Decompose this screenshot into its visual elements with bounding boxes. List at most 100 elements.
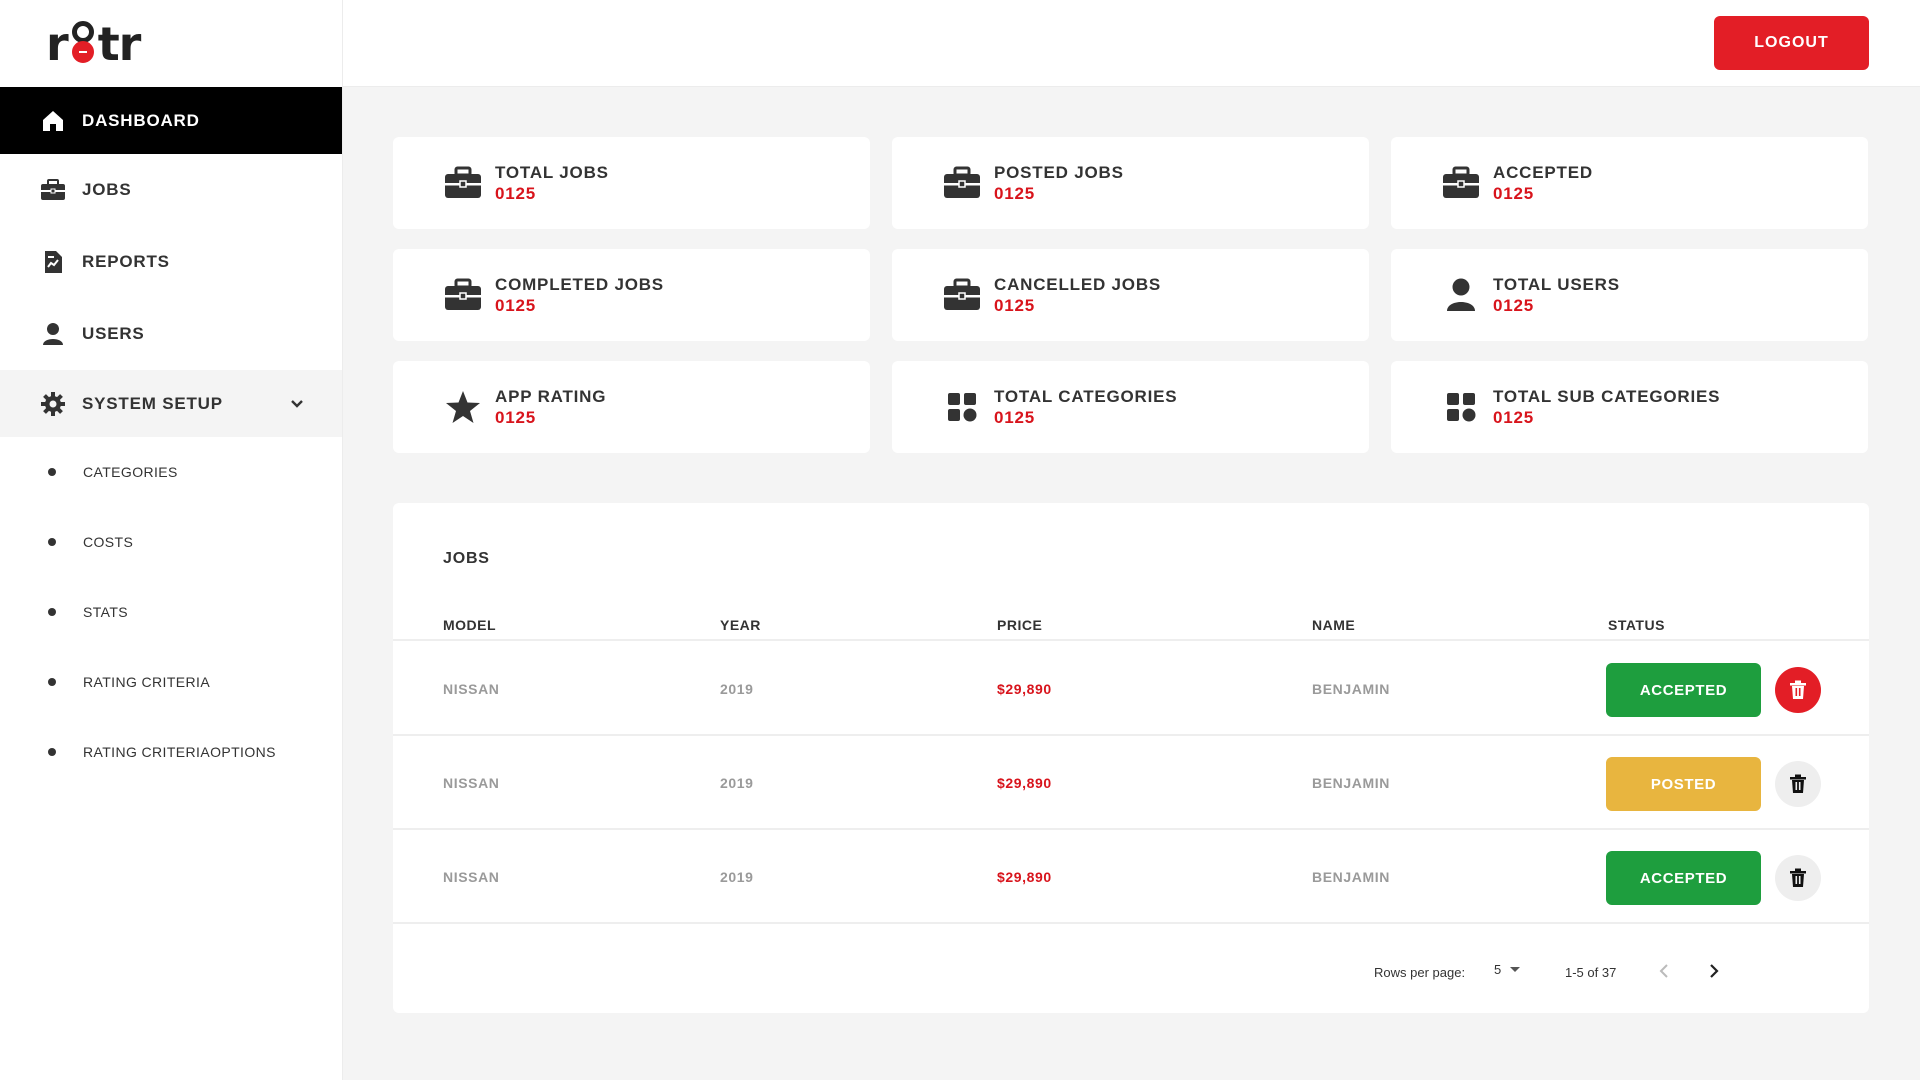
chevron-right-icon [1710, 964, 1719, 978]
cell-name: BENJAMIN [1312, 681, 1390, 697]
stat-label: ACCEPTED [1493, 163, 1593, 182]
cell-model: NISSAN [443, 775, 500, 791]
stat-label: TOTAL USERS [1493, 275, 1620, 294]
stat-label: POSTED JOBS [994, 163, 1124, 182]
stat-card-total-jobs[interactable]: TOTAL JOBS 0125 [393, 137, 870, 229]
sidebar-item-label: REPORTS [82, 252, 170, 271]
column-header-name[interactable]: NAME [1312, 617, 1355, 633]
cell-year: 2019 [720, 869, 754, 885]
rows-per-page-label: Rows per page: [1374, 965, 1466, 980]
logo[interactable]: r tr [0, 0, 342, 87]
briefcase-icon [40, 177, 66, 203]
sidebar-item-label: SYSTEM SETUP [82, 393, 223, 413]
stat-label: TOTAL JOBS [495, 163, 609, 182]
logo-text-left: r [46, 16, 69, 71]
prev-page-button[interactable] [1655, 961, 1675, 984]
bullet-icon [48, 608, 56, 616]
jobs-table-title: JOBS [443, 550, 490, 567]
top-header: LOGOUT [343, 0, 1920, 87]
sidebar-subitem-categories[interactable]: CATEGORIES [0, 437, 342, 507]
logo-wordmark: r tr [46, 16, 142, 71]
cell-model: NISSAN [443, 869, 500, 885]
table-row[interactable]: NISSAN 2019 $29,890 BENJAMIN ACCEPTED [393, 831, 1869, 924]
stat-card-completed-jobs[interactable]: COMPLETED JOBS 0125 [393, 249, 870, 341]
stat-value: 0125 [495, 184, 537, 203]
next-page-button[interactable] [1703, 961, 1723, 984]
sidebar-subitem-label: COSTS [83, 534, 134, 550]
sidebar-item-label: DASHBOARD [82, 110, 200, 130]
sidebar-item-reports[interactable]: REPORTS [0, 226, 342, 298]
sidebar: r tr DASHBOARD JOBS REPORTS USERS SYSTEM… [0, 0, 343, 1080]
chevron-down-icon[interactable] [290, 394, 304, 414]
sidebar-subitem-stats[interactable]: STATS [0, 577, 342, 647]
stat-value: 0125 [1493, 296, 1535, 315]
sidebar-subitem-costs[interactable]: COSTS [0, 507, 342, 577]
home-icon [40, 108, 66, 134]
table-row[interactable]: NISSAN 2019 $29,890 BENJAMIN POSTED [393, 737, 1869, 830]
rows-per-page-value: 5 [1494, 962, 1502, 977]
jobs-table-panel: JOBS MODEL YEAR PRICE NAME STATUS NISSAN… [393, 503, 1869, 1013]
stat-value: 0125 [994, 296, 1036, 315]
stat-value: 0125 [994, 408, 1036, 427]
sidebar-item-dashboard[interactable]: DASHBOARD [0, 87, 342, 154]
rows-per-page-select[interactable]: 5 [1494, 962, 1521, 977]
cell-price: $29,890 [997, 681, 1052, 697]
table-row[interactable]: NISSAN 2019 $29,890 BENJAMIN ACCEPTED [393, 643, 1869, 736]
grid-icon [1441, 387, 1481, 427]
sidebar-subitem-rating-criteria[interactable]: RATING CRITERIA [0, 647, 342, 717]
delete-button[interactable] [1775, 761, 1821, 807]
briefcase-icon [1441, 163, 1481, 203]
trash-icon [1790, 774, 1806, 793]
sidebar-item-jobs[interactable]: JOBS [0, 154, 342, 226]
bullet-icon [48, 468, 56, 476]
sidebar-item-label: JOBS [82, 180, 132, 199]
status-badge-accepted[interactable]: ACCEPTED [1606, 663, 1761, 717]
column-header-model[interactable]: MODEL [443, 617, 496, 633]
report-icon [40, 249, 66, 275]
delete-button[interactable] [1775, 667, 1821, 713]
stat-card-total-categories[interactable]: TOTAL CATEGORIES 0125 [892, 361, 1369, 453]
sidebar-subitem-label: RATING CRITERIAOPTIONS [83, 744, 276, 760]
bullet-icon [48, 748, 56, 756]
bullet-icon [48, 538, 56, 546]
column-header-status[interactable]: STATUS [1608, 617, 1665, 633]
stat-label: APP RATING [495, 387, 607, 406]
gear-icon [40, 391, 66, 417]
briefcase-icon [942, 275, 982, 315]
pagination: Rows per page: 5 1-5 of 37 [1269, 957, 1869, 987]
briefcase-icon [942, 163, 982, 203]
status-badge-posted[interactable]: POSTED [1606, 757, 1761, 811]
cell-year: 2019 [720, 775, 754, 791]
stat-card-accepted[interactable]: ACCEPTED 0125 [1391, 137, 1868, 229]
delete-button[interactable] [1775, 855, 1821, 901]
column-header-year[interactable]: YEAR [720, 617, 761, 633]
stat-card-app-rating[interactable]: APP RATING 0125 [393, 361, 870, 453]
chevron-left-icon [1659, 964, 1668, 978]
logout-button[interactable]: LOGOUT [1714, 16, 1869, 70]
stat-card-cancelled-jobs[interactable]: CANCELLED JOBS 0125 [892, 249, 1369, 341]
pagination-range: 1-5 of 37 [1565, 965, 1617, 980]
stat-card-posted-jobs[interactable]: POSTED JOBS 0125 [892, 137, 1369, 229]
user-icon [1441, 275, 1481, 315]
sidebar-nav: DASHBOARD JOBS REPORTS USERS SYSTEM SETU… [0, 87, 342, 787]
sidebar-subitem-rating-criteria-options[interactable]: RATING CRITERIAOPTIONS [0, 717, 342, 787]
user-icon [40, 321, 66, 347]
stat-label: TOTAL SUB CATEGORIES [1493, 387, 1721, 406]
star-icon [443, 387, 483, 427]
stat-card-total-users[interactable]: TOTAL USERS 0125 [1391, 249, 1868, 341]
column-header-price[interactable]: PRICE [997, 617, 1042, 633]
status-badge-accepted[interactable]: ACCEPTED [1606, 851, 1761, 905]
logo-chat-bubbles-icon [69, 19, 97, 69]
stat-card-total-sub-categories[interactable]: TOTAL SUB CATEGORIES 0125 [1391, 361, 1868, 453]
sidebar-item-users[interactable]: USERS [0, 298, 342, 370]
caret-down-icon [1510, 966, 1521, 972]
table-header: MODEL YEAR PRICE NAME STATUS [393, 611, 1869, 641]
cell-price: $29,890 [997, 775, 1052, 791]
cell-year: 2019 [720, 681, 754, 697]
cell-name: BENJAMIN [1312, 869, 1390, 885]
trash-icon [1790, 868, 1806, 887]
logo-text-right: tr [97, 16, 142, 71]
sidebar-subitem-label: CATEGORIES [83, 464, 178, 480]
sidebar-item-system-setup[interactable]: SYSTEM SETUP [0, 370, 342, 437]
stat-label: CANCELLED JOBS [994, 275, 1162, 294]
